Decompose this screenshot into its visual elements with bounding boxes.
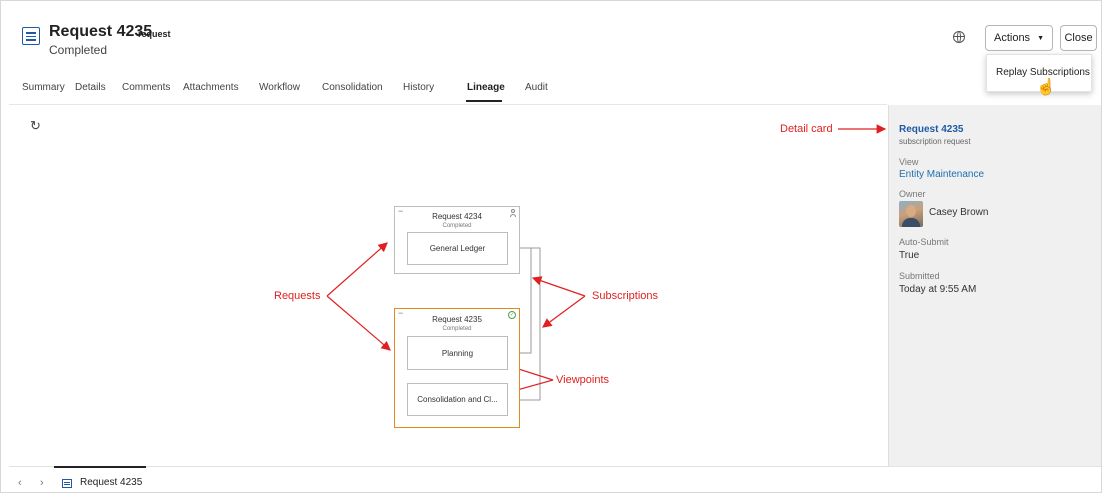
caret-down-icon: ▼: [1037, 34, 1044, 42]
footer-tab-request[interactable]: Request 4235: [80, 477, 142, 488]
request-list-icon: [62, 479, 72, 488]
owner-label: Owner: [899, 189, 926, 199]
viewpoint-consolidation[interactable]: Consolidation and Cl...: [407, 383, 508, 416]
page-title-tag: request: [138, 29, 171, 39]
actions-button-label: Actions: [993, 32, 1031, 44]
tab-details[interactable]: Details: [75, 82, 106, 93]
tab-workflow[interactable]: Workflow: [259, 82, 300, 93]
node-title: Request 4235: [432, 315, 482, 324]
chevron-right-icon[interactable]: ›: [40, 477, 44, 489]
chevron-left-icon[interactable]: ‹: [18, 477, 22, 489]
tab-comments[interactable]: Comments: [122, 82, 170, 93]
tab-audit[interactable]: Audit: [525, 82, 548, 93]
request-status: Completed: [49, 43, 108, 57]
node-status: Completed: [442, 223, 472, 229]
submitted-value: Today at 9:55 AM: [899, 284, 977, 295]
tab-history[interactable]: History: [403, 82, 434, 93]
actions-button[interactable]: Actions ▼: [985, 25, 1053, 51]
view-link[interactable]: Entity Maintenance: [899, 169, 984, 180]
tab-summary[interactable]: Summary: [22, 82, 65, 93]
active-tab-indicator: [466, 100, 502, 102]
footer-divider: [9, 466, 1101, 467]
close-button[interactable]: Close: [1060, 25, 1097, 51]
tabs-divider: [9, 104, 887, 105]
tab-consolidation[interactable]: Consolidation: [322, 82, 383, 93]
submitted-label: Submitted: [899, 271, 940, 281]
node-status: Completed: [442, 326, 472, 332]
auto-submit-label: Auto-Submit: [899, 237, 949, 247]
tab-lineage[interactable]: Lineage: [467, 82, 505, 93]
globe-icon[interactable]: [953, 31, 965, 43]
footer-active-tab-indicator: [54, 466, 146, 468]
node-title: Request 4234: [432, 212, 482, 221]
hand-cursor-icon: ☝: [1036, 79, 1056, 96]
viewpoint-planning[interactable]: Planning: [407, 336, 508, 370]
tab-attachments[interactable]: Attachments: [183, 82, 239, 93]
viewpoint-general-ledger[interactable]: General Ledger: [407, 232, 508, 265]
avatar: [899, 201, 923, 227]
page-title: Request 4235: [49, 23, 153, 40]
refresh-icon[interactable]: ↻: [30, 118, 41, 134]
detail-card-title: Request 4235: [899, 124, 964, 135]
request-list-icon: [22, 27, 40, 45]
view-label: View: [899, 157, 919, 167]
detail-card-subtitle: subscription request: [899, 137, 971, 146]
owner-name: Casey Brown: [929, 207, 989, 218]
auto-submit-value: True: [899, 250, 920, 261]
